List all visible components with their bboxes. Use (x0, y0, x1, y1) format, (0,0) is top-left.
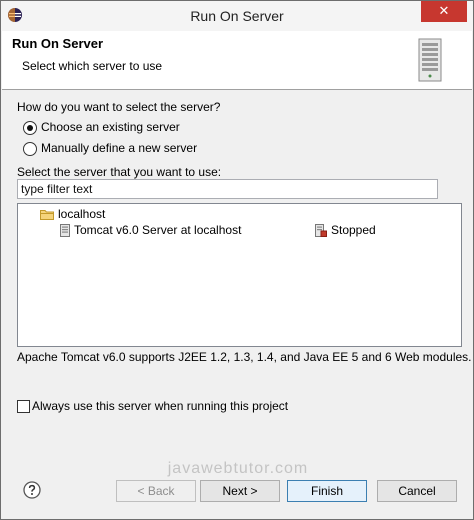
page-title: Run On Server (12, 36, 104, 51)
define-new-label[interactable]: Manually define a new server (41, 141, 197, 155)
localhost-label[interactable]: localhost (58, 207, 105, 221)
tomcat-server-label[interactable]: Tomcat v6.0 Server at localhost (74, 223, 241, 237)
help-icon[interactable] (23, 481, 41, 499)
back-button[interactable]: < Back (116, 480, 196, 502)
always-use-checkbox[interactable] (17, 400, 30, 413)
finish-button[interactable]: Finish (287, 480, 367, 502)
selection-question: How do you want to select the server? (17, 100, 221, 114)
server-description: Apache Tomcat v6.0 supports J2EE 1.2, 1.… (17, 350, 472, 364)
choose-existing-label[interactable]: Choose an existing server (41, 120, 180, 134)
run-on-server-dialog: Run On Server ✕ Run On Server Select whi… (0, 0, 474, 520)
title-bar: Run On Server ✕ (1, 1, 473, 31)
filter-label: Select the server that you want to use: (17, 165, 222, 179)
watermark-text: javawebtutor.com (167, 460, 309, 477)
stopped-status-icon (315, 224, 327, 237)
header-banner: Run On Server Select which server to use (2, 31, 472, 90)
filter-input[interactable] (17, 179, 438, 199)
page-description: Select which server to use (22, 59, 163, 73)
choose-existing-radio[interactable] (23, 121, 37, 135)
server-tower-icon (418, 38, 442, 82)
window-title: Run On Server (190, 8, 284, 24)
tree-row-localhost[interactable]: localhost (18, 207, 461, 223)
server-status-label: Stopped (331, 223, 376, 237)
always-use-label[interactable]: Always use this server when running this… (32, 399, 288, 413)
define-new-radio[interactable] (23, 142, 37, 156)
cancel-button[interactable]: Cancel (377, 480, 457, 502)
folder-icon (40, 210, 54, 220)
tree-row-tomcat[interactable]: Tomcat v6.0 Server at localhost Stopped (18, 223, 461, 239)
server-icon (60, 224, 70, 237)
close-button[interactable]: ✕ (421, 1, 467, 22)
next-button[interactable]: Next > (200, 480, 280, 502)
server-tree[interactable]: localhost Tomcat v6.0 Server at localhos… (17, 203, 462, 347)
